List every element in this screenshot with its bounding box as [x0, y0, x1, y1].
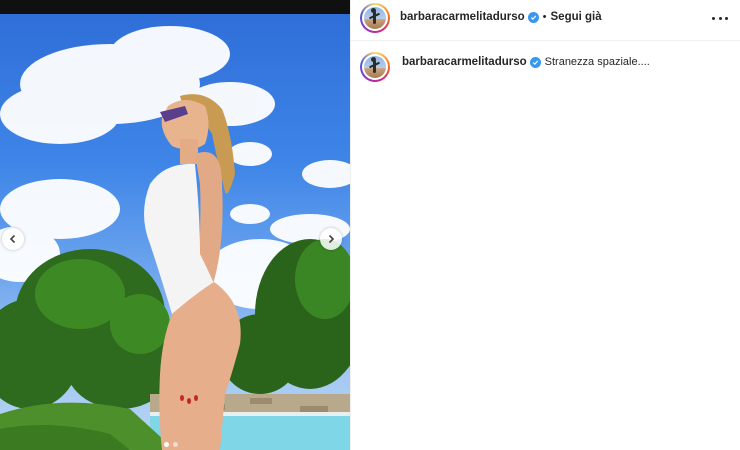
- carousel-dot-1: [164, 442, 169, 447]
- verified-badge-icon: [529, 57, 541, 68]
- panel-divider: [350, 0, 351, 450]
- chevron-left-icon: [9, 234, 16, 244]
- caption-text: Stranezza spaziale....: [544, 56, 650, 68]
- header-user-line: barbaracarmelitadurso • Segui già: [400, 11, 602, 23]
- photo-scene: [0, 26, 350, 450]
- separator-dot: •: [542, 11, 547, 23]
- caption-author-avatar[interactable]: [360, 52, 390, 82]
- caption-line: barbaracarmelitadurso Stranezza spaziale.…: [402, 56, 650, 68]
- carousel-dot-2: [173, 442, 178, 447]
- carousel-prev-button[interactable]: [2, 228, 24, 250]
- media-top-bar: [0, 0, 350, 14]
- chevron-right-icon: [328, 234, 335, 244]
- author-avatar[interactable]: [360, 3, 390, 33]
- carousel-indicator: [164, 442, 178, 447]
- author-username[interactable]: barbaracarmelitadurso: [400, 11, 525, 23]
- verified-badge-icon: [527, 12, 539, 23]
- post-header: barbaracarmelitadurso • Segui già: [351, 0, 740, 41]
- caption-author-username[interactable]: barbaracarmelitadurso: [402, 56, 527, 68]
- follow-button[interactable]: Segui già: [551, 11, 602, 23]
- carousel-next-button[interactable]: [320, 228, 342, 250]
- more-options-icon[interactable]: [712, 12, 728, 24]
- post-photo[interactable]: [0, 14, 350, 450]
